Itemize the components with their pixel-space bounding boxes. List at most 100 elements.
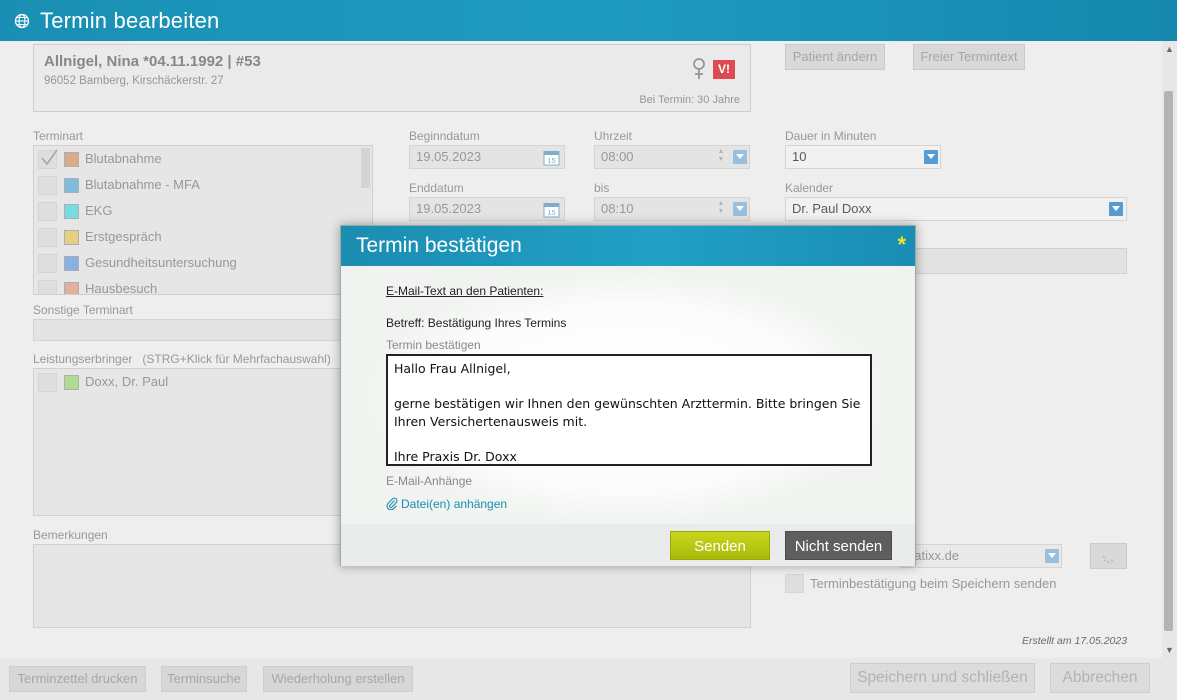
search-button[interactable]: Terminsuche <box>161 666 247 692</box>
color-swatch <box>64 152 79 167</box>
providers-label-text: Leistungserbringer <box>33 352 133 366</box>
paperclip-icon <box>386 497 398 510</box>
vip-badge: V! <box>713 60 735 79</box>
color-swatch <box>64 204 79 219</box>
title-bar: Termin bearbeiten <box>0 0 1177 41</box>
female-icon <box>693 58 705 79</box>
dialog-body: E-Mail-Text an den Patienten: Betreff: B… <box>341 266 915 524</box>
list-item-label: Blutabnahme <box>85 151 162 166</box>
attach-files-label: Datei(en) anhängen <box>401 497 508 511</box>
asterisk-icon: * <box>897 232 906 257</box>
start-time-label: Uhrzeit <box>594 129 633 143</box>
confirm-on-save-checkbox[interactable] <box>785 574 804 593</box>
start-time-input[interactable]: 08:00 ▲ ▼ <box>594 145 750 169</box>
email-heading: E-Mail-Text an den Patienten: <box>386 284 544 298</box>
calendar-label: Kalender <box>785 181 834 195</box>
chevron-down-icon[interactable] <box>1109 202 1123 216</box>
free-text-button[interactable]: Freier Termintext <box>913 44 1025 70</box>
checkbox[interactable] <box>38 202 57 221</box>
end-time-input[interactable]: 08:10 ▲ ▼ <box>594 197 750 221</box>
checkbox[interactable] <box>38 254 57 273</box>
start-date-label: Beginndatum <box>409 129 480 143</box>
attachments-label: E-Mail-Anhänge <box>386 474 473 488</box>
list-item[interactable]: Erstgespräch <box>38 226 358 250</box>
list-scrollbar[interactable] <box>361 148 370 188</box>
end-date-value: 19.05.2023 <box>416 201 482 216</box>
list-item[interactable]: Doxx, Dr. Paul <box>38 371 358 395</box>
email-subject: Betreff: Bestätigung Ihres Termins <box>386 316 567 330</box>
time-spinner[interactable]: ▲ ▼ <box>715 148 727 166</box>
end-time-label: bis <box>594 181 610 195</box>
calendar-icon[interactable]: 15 <box>543 149 560 166</box>
message-label: Termin bestätigen <box>386 338 481 352</box>
patient-age: Bei Termin: 30 Jahre <box>639 94 740 106</box>
save-close-button[interactable]: Speichern und schließen <box>850 663 1035 693</box>
chevron-down-icon[interactable] <box>924 150 938 164</box>
message-textarea[interactable]: Hallo Frau Allnigel, gerne bestätigen wi… <box>386 354 872 466</box>
checkmark-icon <box>41 149 58 166</box>
providers-hint: (STRG+Klick für Mehrfachauswahl) <box>142 352 331 366</box>
email-select[interactable]: datixx.de <box>900 544 1062 568</box>
loading-button[interactable] <box>1090 543 1127 569</box>
appointment-type-label: Terminart <box>33 129 84 143</box>
list-item[interactable]: Hausbesuch <box>38 278 358 295</box>
scroll-down-icon[interactable]: ▼ <box>1165 645 1174 655</box>
remarks-label: Bemerkungen <box>33 528 108 542</box>
checkbox[interactable] <box>38 280 57 294</box>
calendar-icon-day: 15 <box>547 208 555 217</box>
list-item-label: Erstgespräch <box>85 229 162 244</box>
start-time-value: 08:00 <box>601 149 634 164</box>
repeat-button[interactable]: Wiederholung erstellen <box>263 666 413 692</box>
chevron-down-icon[interactable] <box>1045 549 1059 563</box>
patient-name: Allnigel, Nina *04.11.1992 | #53 <box>44 53 261 70</box>
calendar-icon[interactable]: 15 <box>543 201 560 218</box>
dont-send-button[interactable]: Nicht senden <box>785 531 892 560</box>
providers-label: Leistungserbringer (STRG+Klick für Mehrf… <box>33 352 331 366</box>
list-item-label: Gesundheitsuntersuchung <box>85 255 237 270</box>
time-spinner[interactable]: ▲ ▼ <box>715 200 727 218</box>
list-item-label: Hausbesuch <box>85 281 158 295</box>
scroll-up-icon[interactable]: ▲ <box>1165 44 1174 54</box>
dialog-header: Termin bestätigen * <box>341 226 915 266</box>
scroll-thumb[interactable] <box>1164 91 1173 631</box>
start-date-value: 19.05.2023 <box>416 149 482 164</box>
color-swatch <box>64 230 79 245</box>
list-item[interactable]: EKG <box>38 200 358 224</box>
providers-list[interactable]: Doxx, Dr. Paul <box>33 368 373 516</box>
info-strip <box>900 248 1127 274</box>
spinner-icon <box>1103 556 1113 563</box>
checkbox[interactable] <box>38 373 57 392</box>
list-item[interactable]: Blutabnahme <box>38 148 358 172</box>
created-date: Erstellt am 17.05.2023 <box>1022 635 1128 647</box>
appointment-type-list[interactable]: Blutabnahme Blutabnahme - MFA EKG Erstge… <box>33 145 373 295</box>
change-patient-button[interactable]: Patient ändern <box>785 44 885 70</box>
dialog-footer: Senden Nicht senden <box>341 524 915 566</box>
list-item-label: EKG <box>85 203 113 218</box>
chevron-down-icon[interactable] <box>733 202 747 216</box>
globe-icon <box>14 13 30 29</box>
confirm-dialog: Termin bestätigen * E-Mail-Text an den P… <box>340 225 916 566</box>
color-swatch <box>64 282 79 294</box>
other-type-label: Sonstige Terminart <box>33 303 133 317</box>
calendar-select[interactable]: Dr. Paul Doxx <box>785 197 1127 221</box>
attach-files-link[interactable]: Datei(en) anhängen <box>386 497 507 511</box>
end-date-input[interactable]: 19.05.2023 15 <box>409 197 565 221</box>
color-swatch <box>64 256 79 271</box>
checkbox[interactable] <box>38 176 57 195</box>
list-item[interactable]: Blutabnahme - MFA <box>38 174 358 198</box>
start-date-input[interactable]: 19.05.2023 15 <box>409 145 565 169</box>
other-type-input[interactable] <box>33 319 373 341</box>
patient-card[interactable]: Allnigel, Nina *04.11.1992 | #53 96052 B… <box>33 44 751 112</box>
print-button[interactable]: Terminzettel drucken <box>9 666 146 692</box>
cancel-button[interactable]: Abbrechen <box>1050 663 1150 693</box>
list-item-label: Blutabnahme - MFA <box>85 177 200 192</box>
calendar-value: Dr. Paul Doxx <box>792 201 872 216</box>
checkbox[interactable] <box>38 228 57 247</box>
list-item[interactable]: Gesundheitsuntersuchung <box>38 252 358 276</box>
color-swatch <box>64 375 79 390</box>
duration-select[interactable]: 10 <box>785 145 941 169</box>
send-button[interactable]: Senden <box>670 531 770 560</box>
main-scrollbar[interactable]: ▲ ▼ <box>1162 41 1177 658</box>
calendar-icon-day: 15 <box>547 156 555 165</box>
chevron-down-icon[interactable] <box>733 150 747 164</box>
